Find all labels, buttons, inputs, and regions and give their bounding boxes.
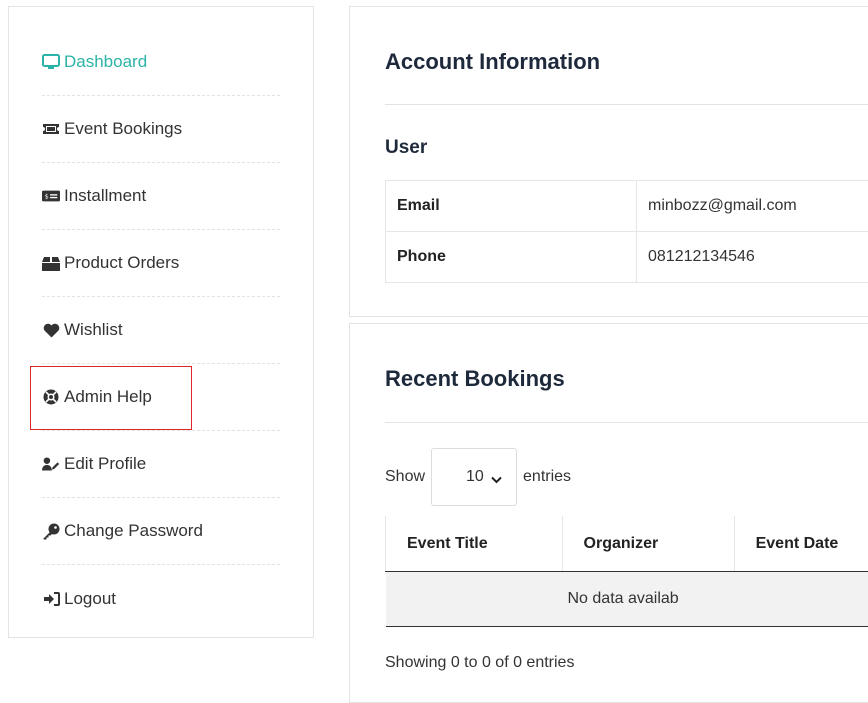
show-label: Show [385, 468, 425, 486]
account-info-card: Account Information User Email minbozz@g… [349, 6, 868, 317]
sidebar-item-change-password[interactable]: Change Password [42, 498, 280, 565]
table-row: Phone 081212134546 [386, 232, 868, 283]
empty-table-message: No data availab [386, 572, 868, 627]
entries-select-value: 10 [466, 468, 484, 486]
box-icon [42, 255, 60, 271]
sidebar-item-label: Event Bookings [64, 119, 182, 139]
recent-bookings-card: Recent Bookings Show 10 entries Event Ti… [349, 323, 868, 703]
admin-help-highlight [30, 366, 192, 430]
column-header-organizer[interactable]: Organizer [562, 516, 734, 572]
sidebar-item-label: Logout [64, 589, 116, 609]
sign-out-icon [42, 591, 60, 607]
heart-icon [42, 322, 60, 338]
sidebar-item-label: Wishlist [64, 320, 123, 340]
table-info: Showing 0 to 0 of 0 entries [385, 654, 574, 672]
sidebar-item-edit-profile[interactable]: Edit Profile [42, 431, 280, 498]
sidebar-item-label: Dashboard [64, 52, 147, 72]
table-header-row: Event Title Organizer Event Date [386, 516, 868, 572]
sidebar-item-wishlist[interactable]: Wishlist [42, 297, 280, 364]
table-row: Email minbozz@gmail.com [386, 181, 868, 232]
chevron-down-icon [491, 471, 502, 489]
sidebar-item-label: Installment [64, 186, 146, 206]
key-icon [42, 523, 60, 539]
sidebar-item-label: Change Password [64, 521, 203, 541]
entries-select[interactable]: 10 [431, 448, 517, 506]
section-title-user: User [385, 137, 427, 159]
section-title-recent-bookings: Recent Bookings [385, 366, 565, 392]
sidebar-item-label: Edit Profile [64, 454, 146, 474]
monitor-icon [42, 54, 60, 70]
sidebar-item-event-bookings[interactable]: Event Bookings [42, 96, 280, 163]
page-title: Account Information [385, 49, 600, 75]
column-header-event-date[interactable]: Event Date [734, 516, 868, 572]
phone-key: Phone [386, 232, 637, 283]
email-value: minbozz@gmail.com [637, 181, 868, 232]
column-header-event-title[interactable]: Event Title [386, 516, 563, 572]
email-key: Email [386, 181, 637, 232]
sidebar-item-product-orders[interactable]: Product Orders [42, 230, 280, 297]
money-bill-icon: $ [42, 188, 60, 204]
user-info-table: Email minbozz@gmail.com Phone 0812121345… [385, 180, 868, 283]
divider [385, 422, 868, 423]
table-row: No data availab [386, 572, 868, 627]
sidebar: Dashboard Event Bookings $ Installment P… [8, 6, 314, 638]
entries-label: entries [523, 468, 571, 486]
svg-text:$: $ [45, 194, 49, 201]
sidebar-item-label: Product Orders [64, 253, 179, 273]
sidebar-item-installment[interactable]: $ Installment [42, 163, 280, 230]
sidebar-item-dashboard[interactable]: Dashboard [42, 29, 280, 96]
user-edit-icon [42, 456, 60, 472]
sidebar-item-logout[interactable]: Logout [42, 565, 280, 632]
bookings-table: Event Title Organizer Event Date No data… [385, 516, 868, 627]
entries-length-control: Show 10 entries [385, 447, 571, 507]
divider [385, 104, 868, 105]
phone-value: 081212134546 [637, 232, 868, 283]
ticket-icon [42, 121, 60, 137]
